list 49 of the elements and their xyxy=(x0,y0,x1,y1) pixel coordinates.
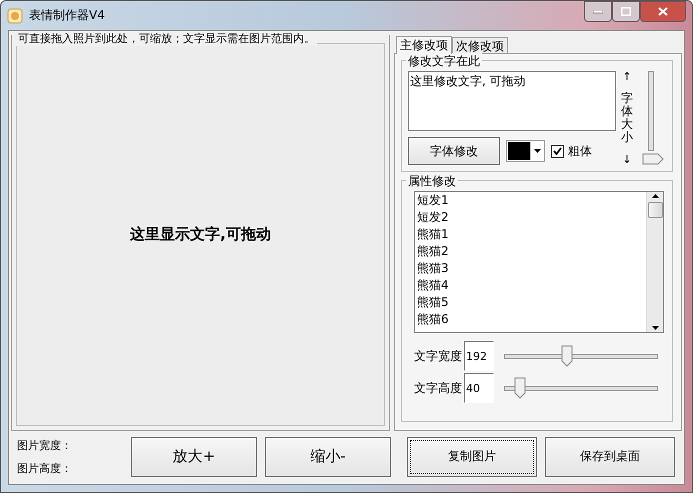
scrollbar-thumb[interactable] xyxy=(648,202,662,218)
text-input[interactable]: 这里修改文字, 可拖动 xyxy=(408,71,616,131)
picture-area[interactable]: 这里显示文字,可拖动 xyxy=(16,43,385,426)
close-button[interactable] xyxy=(640,1,686,22)
picture-width-label: 图片宽度： xyxy=(17,438,73,452)
slider-label: 文字高度 xyxy=(414,380,462,396)
bold-checkbox[interactable]: 粗体 xyxy=(551,142,592,160)
value-field[interactable]: 40 xyxy=(464,373,494,403)
group-title: 修改文字在此 xyxy=(406,53,482,70)
drop-hint: 可直接拖入照片到此处，可缩放；文字显示需在图片范围内。 xyxy=(16,31,317,46)
tab[interactable]: 次修改项 xyxy=(452,37,508,53)
tab[interactable]: 主修改项 xyxy=(396,36,452,54)
list-item[interactable]: 短发1 xyxy=(415,192,646,209)
font-size-label: 字体大小 xyxy=(621,92,633,144)
app-logo-icon xyxy=(7,8,23,24)
slider-thumb[interactable] xyxy=(561,344,574,370)
up-arrow: ↑ xyxy=(622,71,632,82)
value-field[interactable]: 192 xyxy=(464,341,494,371)
color-dropdown[interactable] xyxy=(506,140,545,162)
slider-label: 文字宽度 xyxy=(414,348,462,364)
action-button[interactable]: 保存到桌面 xyxy=(545,436,675,476)
minimize-button[interactable] xyxy=(584,1,612,22)
close-icon xyxy=(658,7,668,16)
action-button[interactable]: 缩小- xyxy=(265,436,391,476)
list-item[interactable]: 熊猫4 xyxy=(415,277,646,294)
maximize-icon xyxy=(621,7,631,16)
action-button[interactable]: 复制图片 xyxy=(407,436,537,476)
minimize-icon xyxy=(593,10,603,14)
checkmark-icon xyxy=(553,147,562,155)
list-item[interactable]: 熊猫3 xyxy=(415,260,646,277)
font-button[interactable]: 字体修改 xyxy=(408,137,500,165)
scroll-down-icon[interactable] xyxy=(652,324,658,332)
window-title: 表情制作器V4 xyxy=(29,7,106,24)
font-size-slider-thumb[interactable] xyxy=(642,153,664,165)
slider-thumb[interactable] xyxy=(514,376,526,402)
list-item[interactable]: 熊猫5 xyxy=(415,294,646,311)
list-item[interactable]: 熊猫6 xyxy=(415,311,646,328)
scroll-up-icon[interactable] xyxy=(652,192,658,200)
maximize-button[interactable] xyxy=(612,1,640,22)
overlay-text[interactable]: 这里显示文字,可拖动 xyxy=(130,225,271,244)
picture-height-label: 图片高度： xyxy=(17,460,73,476)
caret-icon xyxy=(534,149,540,153)
list-item[interactable]: 熊猫2 xyxy=(415,243,646,260)
group-title: 属性修改 xyxy=(406,173,458,190)
list-item[interactable]: 熊猫1 xyxy=(415,226,646,243)
scrollbar[interactable] xyxy=(646,192,663,332)
action-button[interactable]: 放大+ xyxy=(131,436,257,476)
down-arrow: ↓ xyxy=(622,154,632,165)
list-item[interactable]: 短发2 xyxy=(415,209,646,226)
